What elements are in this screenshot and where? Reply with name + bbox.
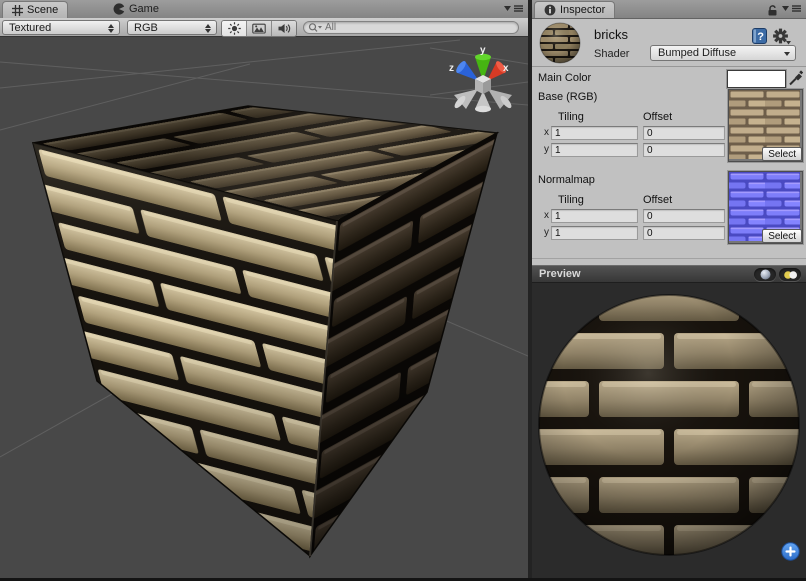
info-icon: [544, 4, 556, 16]
inspector-panel-menu-icon[interactable]: [782, 5, 801, 12]
lighting-toggle-button[interactable]: [222, 21, 247, 36]
inspector-lock-icon[interactable]: [767, 4, 778, 16]
base-tiling-y-field[interactable]: [551, 143, 638, 157]
render-effects-toggle-button[interactable]: [247, 21, 272, 36]
base-y-row-label: y: [544, 144, 549, 155]
tab-inspector[interactable]: Inspector: [534, 1, 615, 18]
normalmap-y-row-label: y: [544, 227, 549, 238]
material-header: bricks Shader Bumped Diffuse ?: [532, 18, 806, 67]
sun-icon: [228, 22, 241, 35]
normalmap-offset-y-field[interactable]: [643, 226, 725, 240]
gizmo-z-label: z: [449, 63, 454, 74]
updown-arrows-icon: [205, 24, 212, 33]
gear-icon[interactable]: [773, 28, 791, 45]
search-input[interactable]: [322, 22, 514, 33]
material-preview-thumbnail: [539, 22, 581, 64]
eyedropper-icon[interactable]: [788, 69, 803, 86]
base-texture-thumbnail[interactable]: Select: [728, 89, 803, 162]
scene-tab-label: Scene: [27, 4, 58, 16]
grid-hash-icon: [12, 5, 23, 16]
open-lock-icon: [767, 4, 778, 16]
preview-header[interactable]: Preview: [532, 265, 806, 283]
normalmap-label: Normalmap: [538, 174, 595, 186]
main-color-swatch[interactable]: [727, 70, 786, 88]
normalmap-x-row-label: x: [544, 210, 549, 221]
base-x-row-label: x: [544, 127, 549, 138]
inspector-panel: Inspector: [532, 0, 806, 578]
scene-viewport[interactable]: y x z: [0, 37, 528, 578]
normalmap-tiling-y-field[interactable]: [551, 226, 638, 240]
tab-game[interactable]: Game: [104, 1, 168, 17]
preview-mesh-toggle-button[interactable]: [754, 268, 776, 281]
render-mode-value: Textured: [9, 22, 51, 34]
search-icon: [308, 22, 322, 33]
unity-editor-window: Scene Game Textured RGB: [0, 0, 806, 581]
base-offset-y-field[interactable]: [643, 143, 725, 157]
shader-value: Bumped Diffuse: [658, 47, 736, 59]
section-divider: [532, 258, 806, 259]
base-select-button[interactable]: Select: [762, 147, 802, 161]
normalmap-offset-header: Offset: [643, 194, 672, 206]
scene-tabbar: Scene Game: [0, 0, 528, 19]
material-preview-canvas[interactable]: [532, 283, 806, 578]
scene-toggle-group: [221, 20, 297, 37]
speaker-icon: [277, 22, 291, 35]
scene-panel-menu-icon[interactable]: [504, 5, 523, 12]
scene-panel: Scene Game Textured RGB: [0, 0, 528, 578]
base-tiling-header: Tiling: [558, 111, 584, 123]
add-button[interactable]: [781, 542, 800, 561]
normalmap-texture-thumbnail[interactable]: Select: [728, 171, 803, 244]
preview-sphere: [532, 283, 806, 578]
svg-text:?: ?: [757, 31, 764, 43]
help-icon[interactable]: ?: [752, 28, 767, 44]
normalmap-tiling-x-field[interactable]: [551, 209, 638, 223]
scene-toolbar: Textured RGB: [0, 18, 528, 37]
material-name: bricks: [594, 27, 628, 42]
pacman-icon: [113, 3, 125, 15]
gizmo-y-label: y: [480, 45, 486, 56]
sphere-icon: [760, 269, 771, 280]
gizmo-x-label: x: [503, 63, 509, 74]
inspector-tab-label: Inspector: [560, 4, 605, 16]
base-tiling-x-field[interactable]: [551, 126, 638, 140]
audio-toggle-button[interactable]: [272, 21, 296, 36]
color-channel-value: RGB: [134, 22, 158, 34]
chevron-down-icon: [784, 52, 790, 56]
plus-circle-icon: [781, 542, 800, 561]
scene-search-field[interactable]: [303, 21, 519, 34]
image-icon: [252, 22, 266, 35]
two-lights-icon: [783, 270, 798, 280]
updown-arrows-icon: [108, 24, 115, 33]
shader-label: Shader: [594, 48, 629, 60]
shader-dropdown[interactable]: Bumped Diffuse: [650, 45, 796, 61]
normalmap-offset-x-field[interactable]: [643, 209, 725, 223]
gizmo-center-cube[interactable]: [475, 75, 491, 94]
base-offset-header: Offset: [643, 111, 672, 123]
inspector-tabbar: Inspector: [532, 0, 806, 19]
base-offset-x-field[interactable]: [643, 126, 725, 140]
base-map-label: Base (RGB): [538, 91, 597, 103]
tab-scene[interactable]: Scene: [2, 1, 68, 18]
preview-lighting-toggle-button[interactable]: [779, 268, 801, 281]
color-channel-dropdown[interactable]: RGB: [127, 20, 217, 35]
preview-title: Preview: [539, 268, 581, 280]
game-tab-label: Game: [129, 3, 159, 15]
normalmap-select-button[interactable]: Select: [762, 229, 802, 243]
render-mode-dropdown[interactable]: Textured: [2, 20, 120, 35]
normalmap-tiling-header: Tiling: [558, 194, 584, 206]
main-color-label: Main Color: [538, 72, 591, 84]
